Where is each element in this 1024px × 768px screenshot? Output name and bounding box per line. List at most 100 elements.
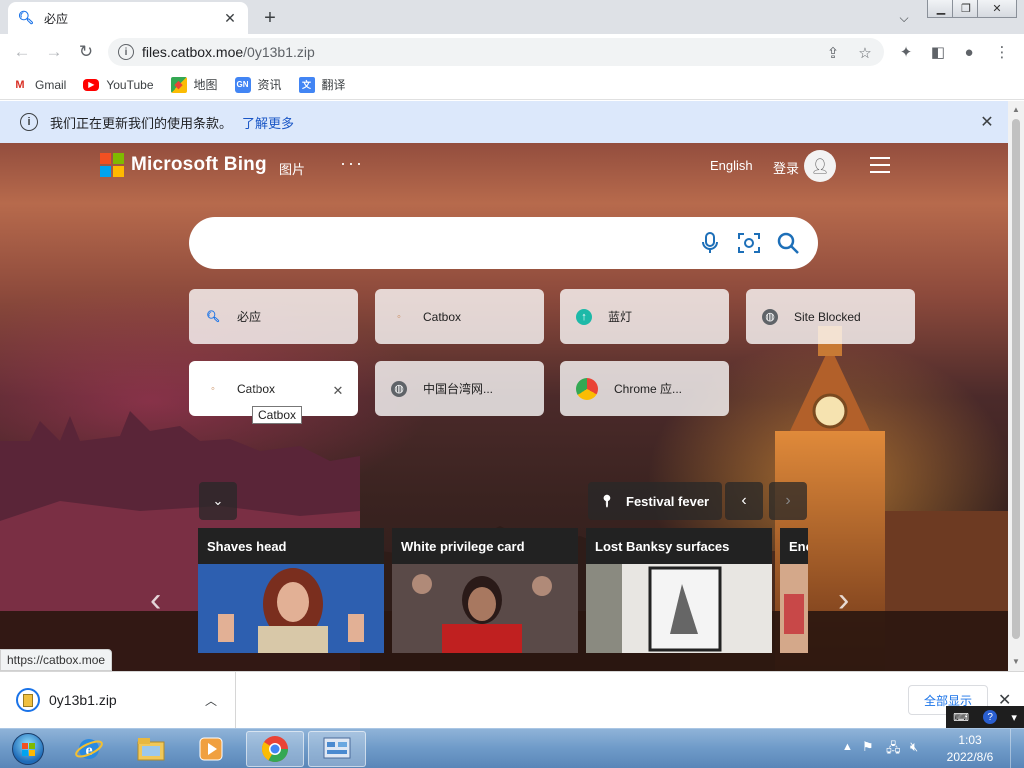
volume-muted-icon[interactable]: 🔇︎ bbox=[910, 739, 918, 755]
carousel-next-arrow-icon[interactable]: › bbox=[838, 581, 849, 620]
news-card[interactable]: White privilege card bbox=[392, 528, 578, 653]
page-viewport: i 我们正在更新我们的使用条款。 了解更多 ✕ Microsoft Bing 图… bbox=[0, 101, 1008, 671]
download-item[interactable]: 0y13b1.zip ︿ bbox=[0, 672, 236, 728]
location-pin-icon: 📍︎ bbox=[599, 494, 615, 508]
close-infobar-icon[interactable]: ✕ bbox=[978, 113, 996, 131]
ime-menu-icon[interactable]: ▾ bbox=[1011, 711, 1017, 724]
youtube-icon: ▶ bbox=[83, 78, 100, 91]
chevron-up-icon[interactable]: ︿ bbox=[205, 692, 217, 709]
reload-button[interactable]: ↻ bbox=[74, 40, 98, 64]
scrollbar-thumb[interactable] bbox=[1012, 119, 1020, 639]
url-text: files.catbox.moe/0y13b1.zip bbox=[142, 44, 315, 60]
address-bar[interactable]: i files.catbox.moe/0y13b1.zip ⇪ ☆ bbox=[108, 38, 884, 66]
carousel-prev-arrow-icon[interactable]: ‹ bbox=[150, 581, 161, 620]
bookmark-star-icon[interactable]: ☆ bbox=[856, 44, 874, 62]
bookmark-youtube[interactable]: ▶ YouTube bbox=[83, 78, 154, 92]
chrome-taskbar-icon[interactable] bbox=[246, 731, 304, 767]
quicklink-bing[interactable]: 🔍︎ 必应 bbox=[189, 289, 358, 344]
catbox-icon: ◦ bbox=[211, 382, 215, 395]
menu-kebab-icon[interactable]: ⋮ bbox=[992, 42, 1012, 62]
scroll-down-arrow-icon[interactable]: ▼ bbox=[1012, 657, 1020, 666]
search-icon[interactable] bbox=[775, 230, 801, 256]
forward-button[interactable]: → bbox=[42, 40, 66, 64]
maximize-icon[interactable]: ❐ bbox=[952, 0, 980, 18]
news-card[interactable]: Enc bbox=[780, 528, 808, 653]
lantern-icon: ↑ bbox=[576, 308, 592, 325]
browser-toolbar: ← → ↻ i files.catbox.moe/0y13b1.zip ⇪ ☆ … bbox=[0, 34, 1024, 70]
system-clock[interactable]: 1:03 2022/8/6 bbox=[940, 732, 1000, 766]
microsoft-logo-icon bbox=[100, 153, 124, 177]
news-icon: GN bbox=[234, 76, 251, 93]
language-link[interactable]: English bbox=[710, 158, 753, 173]
terms-update-infobar: i 我们正在更新我们的使用条款。 了解更多 ✕ bbox=[0, 101, 1008, 143]
news-next-button[interactable]: › bbox=[769, 482, 807, 520]
globe-icon: ◍ bbox=[391, 380, 407, 397]
minimize-icon[interactable]: ▁ bbox=[927, 0, 955, 18]
news-topic-pill[interactable]: 📍︎ Festival fever bbox=[588, 482, 722, 520]
zip-file-icon bbox=[16, 688, 40, 712]
media-player-icon[interactable] bbox=[182, 731, 240, 767]
scroll-up-arrow-icon[interactable]: ▲ bbox=[1012, 105, 1020, 114]
share-icon[interactable]: ⇪ bbox=[824, 44, 842, 62]
bookmark-news[interactable]: GN 资讯 bbox=[234, 76, 282, 93]
new-tab-button[interactable]: + bbox=[258, 6, 282, 30]
infobar-message: 我们正在更新我们的使用条款。 bbox=[50, 115, 233, 131]
download-shelf: 0y13b1.zip ︿ 全部显示 ✕ bbox=[0, 671, 1024, 728]
bookmark-translate[interactable]: 文翻译 bbox=[298, 76, 346, 93]
learn-more-link[interactable]: 了解更多 bbox=[242, 113, 294, 132]
signin-link[interactable]: 登录 bbox=[773, 158, 799, 177]
windows-logo-icon bbox=[12, 733, 44, 765]
news-card-image bbox=[392, 564, 578, 653]
news-card[interactable]: Lost Banksy surfaces bbox=[586, 528, 772, 653]
profile-icon[interactable]: ● bbox=[959, 42, 979, 62]
action-center-flag-icon[interactable]: ⚑ bbox=[862, 739, 874, 755]
images-link[interactable]: 图片 bbox=[279, 159, 305, 178]
site-info-icon[interactable]: i bbox=[118, 44, 134, 60]
tab-search-chevron-icon[interactable]: ⌵ bbox=[894, 8, 914, 28]
bookmark-gmail[interactable]: M Gmail bbox=[12, 77, 66, 93]
quicklink-taiwan-net[interactable]: ◍ 中国台湾网... bbox=[375, 361, 544, 416]
show-desktop-button[interactable] bbox=[1010, 729, 1024, 768]
side-panel-icon[interactable]: ◧ bbox=[928, 42, 948, 62]
file-explorer-icon[interactable] bbox=[122, 731, 180, 767]
search-icon: 🔍︎ bbox=[17, 10, 35, 25]
back-button[interactable]: ← bbox=[10, 40, 34, 64]
tab-title: 必应 bbox=[44, 11, 69, 26]
clock-date: 2022/8/6 bbox=[946, 750, 994, 764]
extensions-icon[interactable]: ✦ bbox=[896, 42, 916, 62]
collapse-news-chevron-icon[interactable]: ⌄ bbox=[199, 482, 237, 520]
visual-search-icon[interactable] bbox=[736, 230, 762, 256]
internet-explorer-icon[interactable]: e bbox=[60, 731, 118, 767]
close-tab-icon[interactable]: ✕ bbox=[222, 10, 238, 26]
user-avatar-icon[interactable]: 👤︎ bbox=[804, 150, 836, 182]
quicklink-lantern[interactable]: ↑ 蓝灯 bbox=[560, 289, 729, 344]
windows-taskbar: e ▲ ⚑ 🖧︎ 🔇︎ 1:03 2022/8/6 bbox=[0, 728, 1024, 768]
ime-toolbar[interactable]: ⌨ ? ▾ bbox=[946, 706, 1024, 728]
catbox-icon: ◦ bbox=[397, 310, 401, 323]
more-menu-dots[interactable]: ··· bbox=[340, 153, 364, 174]
show-hidden-icons-icon[interactable]: ▲ bbox=[842, 741, 853, 753]
close-window-icon[interactable]: ✕ bbox=[977, 0, 1017, 18]
clock-time: 1:03 bbox=[958, 733, 982, 747]
news-card-image bbox=[780, 564, 808, 653]
bing-search-input[interactable] bbox=[189, 217, 818, 269]
hamburger-menu-icon[interactable] bbox=[870, 157, 890, 173]
remove-quicklink-icon[interactable]: ✕ bbox=[331, 383, 345, 398]
quicklink-site-blocked[interactable]: ◍ Site Blocked bbox=[746, 289, 915, 344]
keyboard-icon[interactable]: ⌨ bbox=[953, 711, 969, 724]
news-card[interactable]: Shaves head bbox=[198, 528, 384, 653]
help-icon[interactable]: ? bbox=[983, 710, 998, 724]
start-button[interactable] bbox=[6, 729, 50, 768]
quicklink-catbox[interactable]: ◦ Catbox bbox=[375, 289, 544, 344]
news-prev-button[interactable]: ‹ bbox=[725, 482, 763, 520]
browser-tab[interactable]: 🔍︎ 必应 ✕ bbox=[8, 2, 248, 34]
news-card-image bbox=[586, 564, 772, 653]
control-panel-icon[interactable] bbox=[308, 731, 366, 767]
microphone-icon[interactable] bbox=[697, 230, 723, 256]
quicklink-chrome-apps[interactable]: Chrome 应... bbox=[560, 361, 729, 416]
page-scrollbar[interactable]: ▲ ▼ bbox=[1008, 101, 1024, 671]
maps-icon: ◆ bbox=[170, 76, 187, 93]
bing-logo[interactable]: Microsoft Bing bbox=[100, 153, 267, 177]
bookmark-maps[interactable]: ◆ 地图 bbox=[170, 76, 218, 93]
network-icon[interactable]: 🖧︎ bbox=[886, 739, 901, 761]
